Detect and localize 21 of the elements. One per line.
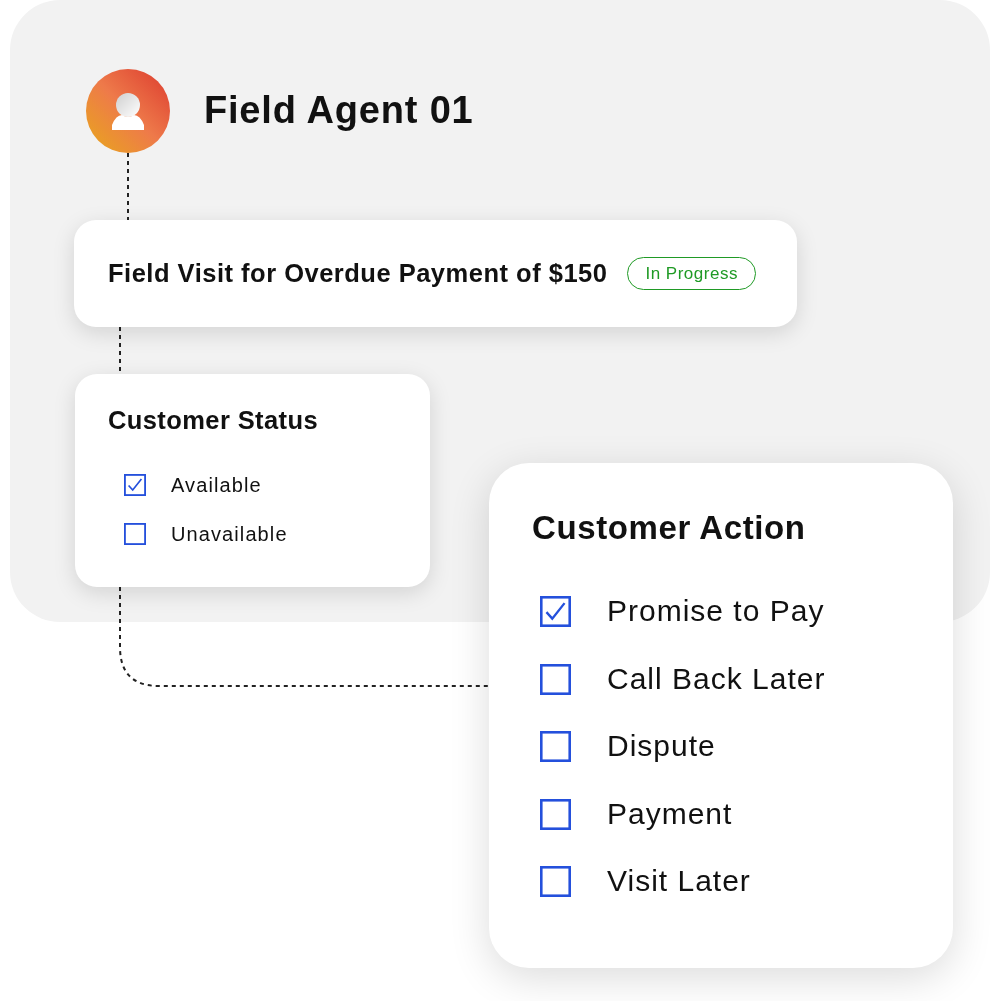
checkbox[interactable] bbox=[540, 798, 571, 830]
checkbox[interactable] bbox=[124, 474, 146, 497]
option-label: Call Back Later bbox=[607, 663, 826, 694]
card-title: Customer Status bbox=[108, 406, 320, 435]
task-title: Field Visit for Overdue Payment of $150 bbox=[108, 258, 608, 290]
connector-line bbox=[118, 327, 122, 374]
connector-line bbox=[126, 153, 130, 220]
avatar-icon bbox=[86, 69, 170, 153]
option-label: Visit Later bbox=[607, 866, 751, 897]
checkbox[interactable] bbox=[540, 731, 571, 763]
option-label: Dispute bbox=[607, 731, 716, 762]
option-label: Promise to Pay bbox=[607, 596, 825, 627]
card-title: Customer Action bbox=[532, 510, 807, 547]
checkbox[interactable] bbox=[124, 523, 146, 546]
checkbox[interactable] bbox=[540, 596, 571, 628]
option-label: Unavailable bbox=[171, 523, 288, 546]
option-label: Payment bbox=[607, 798, 733, 829]
checkbox[interactable] bbox=[540, 663, 571, 695]
option-label: Available bbox=[171, 474, 262, 497]
checkbox[interactable] bbox=[540, 866, 571, 898]
agent-name: Field Agent 01 bbox=[204, 90, 474, 132]
